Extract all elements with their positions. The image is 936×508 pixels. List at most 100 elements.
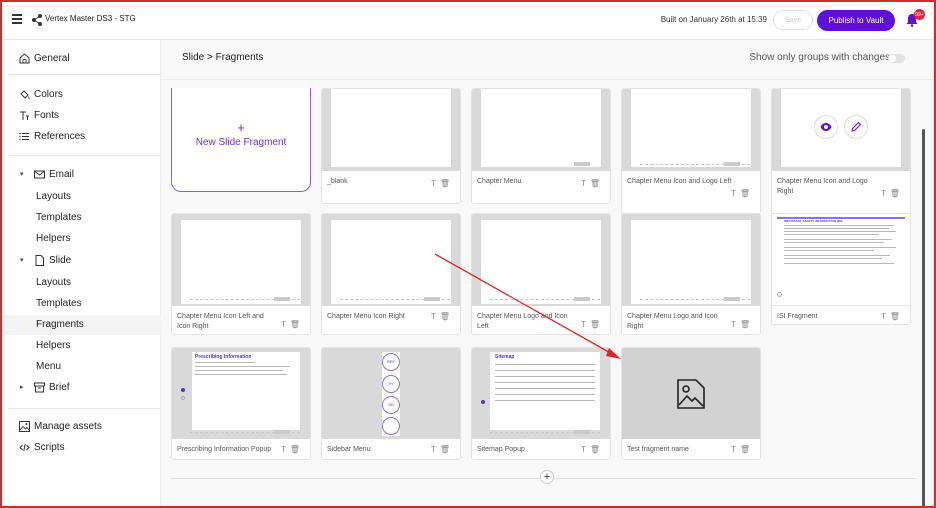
trash-icon[interactable]: 🗑 — [740, 445, 754, 454]
sidebar-item-label: Fragments — [36, 319, 84, 330]
menu-icon[interactable] — [12, 14, 22, 24]
fragment-card[interactable]: Chapter Menu Icon and Logo Right T🗑 — [771, 88, 911, 214]
sidebar-item-slide-templates[interactable]: Templates — [0, 294, 161, 314]
fragment-name: Chapter Menu Icon Right — [327, 313, 405, 320]
rename-icon[interactable]: T — [281, 320, 290, 329]
sidebar-item-label: Menu — [36, 361, 62, 372]
sidebar-item-general[interactable]: General — [0, 49, 161, 69]
fragment-card[interactable]: Sitemap Sitemap Popup T🗑 — [471, 347, 611, 460]
trash-icon[interactable]: 🗑 — [290, 320, 304, 329]
fragment-card[interactable]: REF PI SD Sidebar Menu T🗑 — [321, 347, 461, 460]
trash-icon[interactable]: 🗑 — [290, 445, 304, 454]
fragment-actions: T🗑 — [731, 320, 754, 329]
trash-icon[interactable]: 🗑 — [590, 320, 604, 329]
fragment-card[interactable]: Chapter Menu Icon and Logo Left T🗑 — [621, 88, 761, 214]
trash-icon[interactable]: 🗑 — [740, 189, 754, 198]
chevron-down-icon[interactable]: ▾ — [20, 256, 24, 264]
sidebar-item-label: Colors — [34, 89, 63, 100]
rename-icon[interactable]: T — [731, 445, 740, 454]
fragment-card[interactable]: Prescribing Information Prescribing Info… — [171, 347, 311, 460]
share-icon[interactable] — [31, 13, 43, 27]
trash-icon[interactable]: 🗑 — [890, 312, 904, 321]
rename-icon[interactable]: T — [581, 445, 590, 454]
fragment-card[interactable]: Test fragment name T🗑 — [621, 347, 761, 460]
fragment-card[interactable]: Chapter Menu Logo and Icon Left T🗑 — [471, 213, 611, 335]
fragment-actions: T🗑 — [431, 445, 454, 454]
edit-button[interactable] — [844, 115, 868, 139]
sidebar-item-label: Brief — [49, 382, 70, 393]
fragment-card[interactable]: Chapter Menu T🗑 — [471, 88, 611, 204]
sidebar-item-email-helpers[interactable]: Helpers — [0, 229, 161, 249]
sidebar-group-brief[interactable]: ▸ Brief — [0, 378, 161, 398]
rename-icon[interactable]: T — [581, 179, 590, 188]
fragment-card[interactable]: _blank T🗑 — [321, 88, 461, 204]
fragment-card[interactable]: Chapter Menu Icon Right T🗑 — [321, 213, 461, 335]
sidebar-item-scripts[interactable]: Scripts — [0, 438, 161, 458]
trash-icon[interactable]: 🗑 — [890, 189, 904, 198]
rename-icon[interactable]: T — [581, 320, 590, 329]
chevron-right-icon[interactable]: ▸ — [20, 383, 24, 391]
app-title: Vertex Master DS3 - STG — [45, 14, 136, 23]
sidebar-item-manage-assets[interactable]: Manage assets — [0, 417, 161, 437]
add-row-button[interactable]: + — [540, 470, 554, 484]
breadcrumb: Slide > Fragments — [182, 52, 264, 63]
rename-icon[interactable]: T — [731, 320, 740, 329]
sidebar-divider — [8, 74, 161, 75]
trash-icon[interactable]: 🗑 — [740, 320, 754, 329]
fragment-actions: T🗑 — [431, 312, 454, 321]
sidebar-item-label: References — [34, 131, 86, 142]
plus-icon: + — [237, 120, 245, 135]
fragment-name: Prescribing Information Popup — [177, 446, 272, 453]
rename-icon[interactable]: T — [431, 312, 440, 321]
sidebar-item-references[interactable]: References — [0, 127, 161, 147]
isi-thumbnail-title: IMPORTANT SAFETY INFORMATION (ISI) — [784, 219, 843, 223]
fragment-actions: T🗑 — [881, 312, 904, 321]
scrollbar[interactable] — [922, 129, 925, 507]
sidebar-group-email[interactable]: ▾ Email — [0, 165, 161, 185]
sidebar-item-colors[interactable]: Colors — [0, 85, 161, 105]
chevron-down-icon[interactable]: ▾ — [20, 170, 24, 178]
rename-icon[interactable]: T — [881, 312, 890, 321]
trash-icon[interactable]: 🗑 — [440, 445, 454, 454]
sidebar-item-slide-menu[interactable]: Menu — [0, 357, 161, 377]
sidebar-item-fonts[interactable]: Fonts — [0, 106, 161, 126]
sidebar-item-label: Email — [49, 169, 75, 180]
fragment-card[interactable]: Chapter Menu Icon Left and Icon Right T🗑 — [171, 213, 311, 335]
trash-icon[interactable]: 🗑 — [440, 179, 454, 188]
sidebar-item-slide-fragments[interactable]: Fragments — [0, 315, 161, 335]
sidebar-item-email-templates[interactable]: Templates — [0, 208, 161, 228]
sitemap-thumbnail-title: Sitemap — [495, 354, 515, 360]
rename-icon[interactable]: T — [731, 189, 740, 198]
fragment-card[interactable]: Chapter Menu Logo and Icon Right T🗑 — [621, 213, 761, 335]
trash-icon[interactable]: 🗑 — [590, 445, 604, 454]
rename-icon[interactable]: T — [281, 445, 290, 454]
fragment-thumbnail — [772, 89, 910, 171]
trash-icon[interactable]: 🗑 — [590, 179, 604, 188]
code-icon — [19, 443, 30, 452]
preview-button[interactable] — [814, 115, 838, 139]
trash-icon[interactable]: 🗑 — [440, 312, 454, 321]
fragment-thumbnail — [622, 214, 760, 306]
fragment-actions: T🗑 — [431, 179, 454, 188]
sitemap-icon — [382, 417, 400, 435]
rename-icon[interactable]: T — [431, 445, 440, 454]
fragment-card[interactable]: IMPORTANT SAFETY INFORMATION (ISI) ISI F… — [771, 213, 911, 325]
sidebar-divider — [8, 408, 161, 409]
rename-icon[interactable]: T — [881, 189, 890, 198]
new-slide-fragment-card[interactable]: + New Slide Fragment — [171, 88, 311, 192]
fragment-thumbnail: Prescribing Information — [172, 348, 310, 439]
fragment-thumbnail: Sitemap — [472, 348, 610, 439]
image-placeholder-icon — [677, 379, 705, 409]
fragment-actions: T🗑 — [281, 320, 304, 329]
changes-toggle[interactable] — [888, 54, 905, 63]
fragment-name: Test fragment name — [627, 446, 689, 453]
sidebar-item-email-layouts[interactable]: Layouts — [0, 187, 161, 207]
fragment-name: Chapter Menu Logo and Icon Left — [477, 313, 568, 330]
publish-to-vault-button[interactable]: Publish to Vault — [817, 10, 895, 31]
sidebar-item-slide-layouts[interactable]: Layouts — [0, 273, 161, 293]
save-button[interactable]: Save — [773, 10, 813, 30]
fragment-thumbnail — [622, 89, 760, 171]
rename-icon[interactable]: T — [431, 179, 440, 188]
sidebar-item-slide-helpers[interactable]: Helpers — [0, 336, 161, 356]
sidebar-group-slide[interactable]: ▾ Slide — [0, 251, 161, 271]
